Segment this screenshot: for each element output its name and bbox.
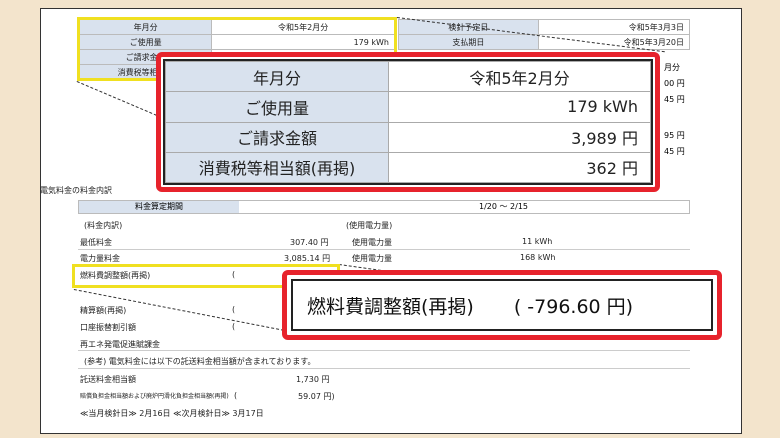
right-fragment: 月分 [664,63,680,72]
zoom-value: 362 円 [388,151,651,184]
takuso-label: 託送料金相当額 [80,375,136,384]
schedule-value: 令和5年3月3日 [537,19,691,35]
usage-item-label: 使用電力量 [352,238,392,247]
zoom-label: 消費税等相当額(再掲) [164,151,390,184]
summary-zoom-callout: 年月分 令和5年2月分 ご使用量 179 kWh ご請求金額 3,989 円 消費税等… [156,52,660,192]
usage-label: (使用電力量) [346,221,393,230]
zoom-value: 179 kWh [388,91,651,123]
usage-item-label: 使用電力量 [352,254,392,263]
koza-label: 口座振替割引額 [80,323,136,332]
right-fragment: 45 円 [664,95,685,104]
fuel-label: 燃料費調整額(再掲) [80,271,151,280]
zoom-fuel-value: ( -796.60 円) [513,295,634,318]
takuso-value: 1,730 円 [296,375,330,384]
hairo-label: 賠償負担金相当額および廃炉円滑化負担金相当額(再掲) [80,393,229,400]
right-fragment: 45 円 [664,147,685,156]
usage-item-value: 11 kWh [522,237,553,246]
divider [78,249,690,250]
hairo-value: 59.07 円) [298,392,335,401]
schedule-label: 支払期日 [398,34,539,50]
schedule-value: 令和5年3月20日 [537,34,691,50]
period-label: 料金算定期間 [79,201,239,213]
charge-amount: 307.40 円 [290,238,329,247]
charge-label: 電力量料金 [80,254,120,263]
section-title: 電気料金の料金内訳 [40,186,112,195]
right-fragment: 95 円 [664,131,685,140]
seisan-label: 精算額(再掲) [80,306,127,315]
zoom-fuel-label: 燃料費調整額(再掲) [307,295,474,318]
koza-paren: ( [232,322,236,331]
zoom-summary-table: 年月分 令和5年2月分 ご使用量 179 kWh ご請求金額 3,989 円 消費税等… [164,60,651,184]
reene-label: 再エネ発電促進賦課金 [80,340,160,349]
period-value: 1/20 〜 2/15 [479,202,529,211]
zoom-value: 3,989 円 [388,121,651,153]
reference-note: (参考) 電気料金には以下の託送料金相当額が含まれております。 [84,357,316,366]
breakdown-label: (料金内訳) [84,221,123,230]
zoom-label: ご使用量 [164,91,390,123]
divider [78,350,690,351]
fuel-zoom-callout: 燃料費調整額(再掲) ( -796.60 円) [282,270,722,340]
hairo-paren: ( [234,391,238,400]
zoom-value: 令和5年2月分 [388,60,651,93]
fuel-paren: ( [232,270,236,279]
zoom-label: ご請求金額 [164,121,390,153]
charge-label: 最低料金 [80,238,112,247]
right-fragment: 00 円 [664,79,685,88]
divider [78,368,690,369]
period-row: 料金算定期間 1/20 〜 2/15 [78,200,690,214]
meter-dates: ≪当月検針日≫ 2月16日 ≪次月検針日≫ 3月17日 [80,409,264,418]
seisan-paren: ( [232,305,236,314]
usage-item-value: 168 kWh [520,253,556,262]
zoom-label: 年月分 [164,60,390,93]
charge-amount: 3,085.14 円 [284,254,331,263]
